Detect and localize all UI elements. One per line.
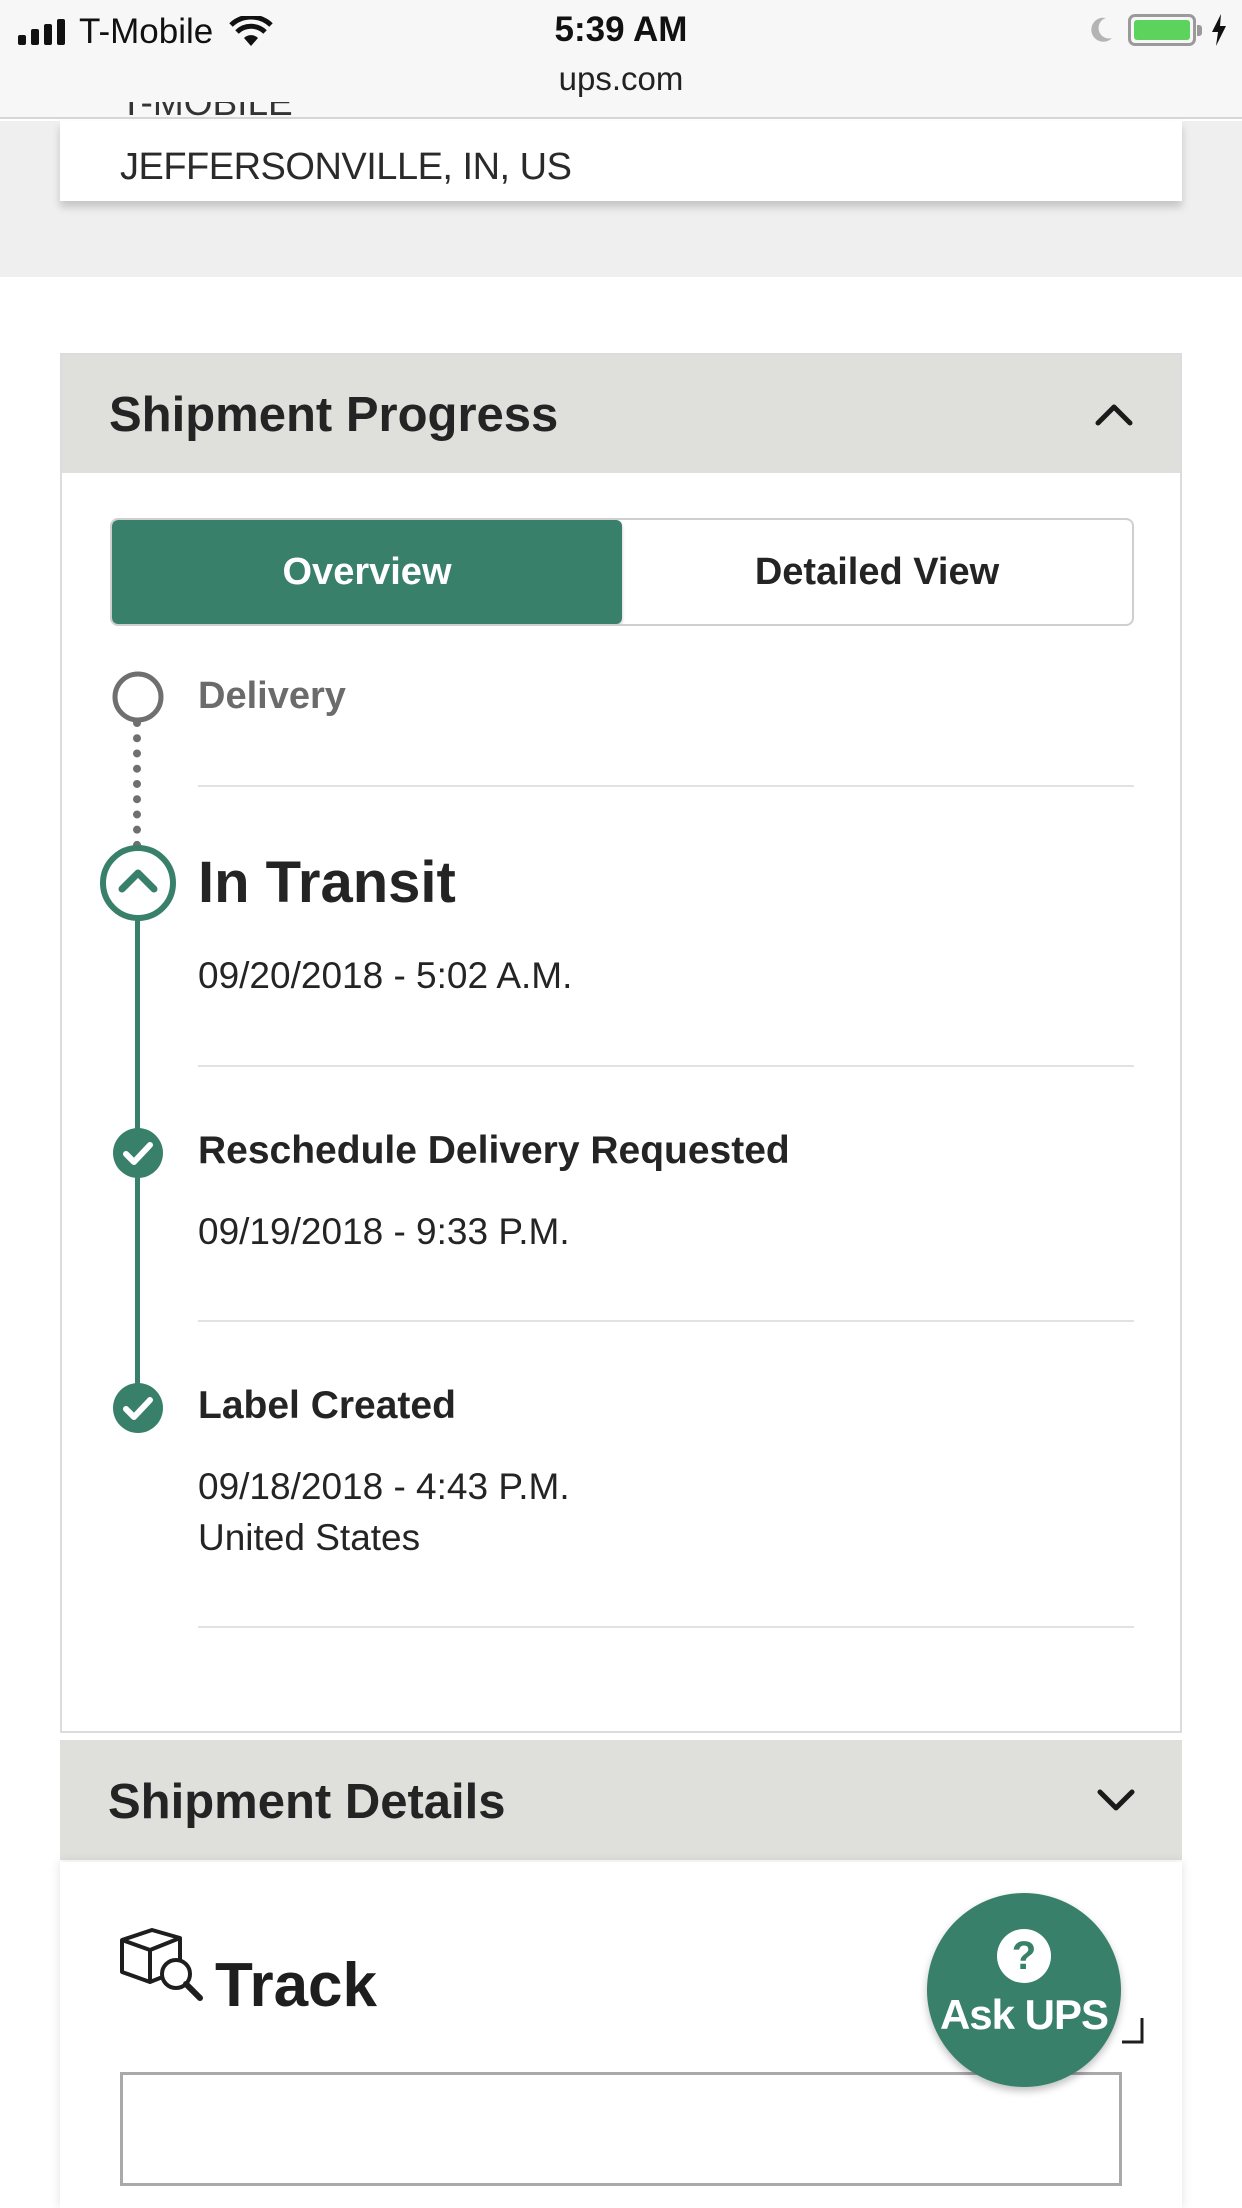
- tab-detailed-view[interactable]: Detailed View: [622, 520, 1132, 624]
- expand-icon[interactable]: [1120, 2014, 1144, 2044]
- shipment-progress-header[interactable]: Shipment Progress: [62, 355, 1180, 473]
- event-title-delivery: Delivery: [198, 675, 346, 717]
- ask-ups-label: Ask UPS: [939, 1991, 1109, 2038]
- status-time: 5:39 AM: [554, 10, 688, 49]
- in-transit-icon: [100, 845, 176, 921]
- moon-icon: [1091, 17, 1112, 42]
- chevron-down-icon[interactable]: [1094, 1778, 1138, 1822]
- check-circle-icon: [113, 1128, 163, 1178]
- divider: [198, 1065, 1134, 1067]
- chevron-up-icon[interactable]: [1092, 393, 1136, 437]
- shipment-details-header[interactable]: Shipment Details: [60, 1740, 1182, 1860]
- question-icon: ?: [997, 1929, 1051, 1983]
- event-title-in-transit: In Transit: [198, 850, 456, 915]
- event-date-reschedule: 09/19/2018 - 9:33 P.M.: [198, 1211, 570, 1252]
- event-title-reschedule: Reschedule Delivery Requested: [198, 1129, 790, 1172]
- shipment-progress-panel: Shipment Progress Overview Detailed View…: [60, 353, 1182, 1733]
- event-date-in-transit: 09/20/2018 - 5:02 A.M.: [198, 955, 573, 996]
- status-right: [1088, 14, 1228, 46]
- pending-circle-icon: [112, 671, 164, 723]
- shipment-progress-title: Shipment Progress: [109, 388, 559, 442]
- event-location-label-created: United States: [198, 1517, 421, 1558]
- divider: [198, 1626, 1134, 1628]
- status-bar: T-Mobile 5:39 AM ups.com: [0, 0, 1242, 119]
- tracking-number-input[interactable]: [120, 2072, 1122, 2186]
- event-title-label-created: Label Created: [198, 1384, 456, 1427]
- address-city: JEFFERSONVILLE, IN, US: [120, 146, 572, 188]
- tab-overview[interactable]: Overview: [112, 520, 622, 624]
- ask-ups-button[interactable]: ? Ask UPS: [927, 1893, 1121, 2087]
- check-circle-icon: [113, 1383, 163, 1433]
- event-date-label-created: 09/18/2018 - 4:43 P.M.: [198, 1466, 570, 1507]
- track-title: Track: [215, 1951, 378, 2020]
- shipment-details-title: Shipment Details: [108, 1775, 506, 1829]
- url-bar[interactable]: ups.com: [0, 60, 1242, 98]
- charging-bolt-icon: [1212, 14, 1226, 46]
- timeline-dotted-connector: [133, 719, 141, 849]
- battery-icon: [1128, 14, 1202, 46]
- divider: [198, 785, 1134, 787]
- view-toggle: Overview Detailed View: [110, 518, 1134, 626]
- package-search-icon: [120, 1928, 203, 2001]
- divider: [198, 1320, 1134, 1322]
